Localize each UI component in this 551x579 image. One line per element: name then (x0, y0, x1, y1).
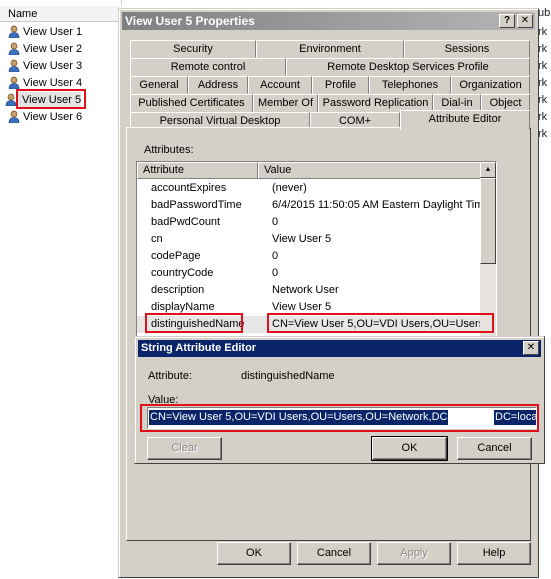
attribute-cell: countryCode (151, 267, 214, 279)
help-title-button[interactable]: ? (499, 14, 515, 28)
value-label: Value: (148, 394, 179, 406)
attribute-cell: badPasswordTime (151, 199, 242, 211)
truncated-cell: rk (538, 128, 548, 140)
list-item-user-5[interactable]: View User 5 (5, 92, 82, 108)
value-field[interactable]: CN=View User 5,OU=VDI Users,OU=Users,OU=… (147, 407, 537, 429)
tab-profile[interactable]: Profile (312, 76, 369, 94)
user-icon (8, 42, 20, 55)
user-list-pane: Name View User 1 View User 2 View User 3… (0, 0, 122, 579)
table-row-selected[interactable]: distinguishedName CN=View User 5,OU=VDI … (137, 316, 482, 333)
editor-titlebar[interactable]: String Attribute Editor ✕ (138, 340, 541, 357)
editor-close-button[interactable]: ✕ (523, 341, 539, 355)
dialog-titlebar[interactable]: View User 5 Properties ? ✕ (122, 12, 535, 30)
truncated-cell: ub (538, 7, 551, 19)
apply-button[interactable]: Apply (377, 542, 451, 565)
attributes-label: Attributes: (144, 144, 194, 156)
cancel-button[interactable]: Cancel (297, 542, 371, 565)
table-row[interactable]: description Network User (137, 282, 482, 299)
truncated-cell: rk (538, 111, 548, 123)
list-item-user-6[interactable]: View User 6 (8, 109, 82, 125)
dialog-title: View User 5 Properties (125, 14, 255, 28)
tab-sessions[interactable]: Sessions (404, 40, 530, 58)
value-cell: View User 5 (272, 301, 332, 313)
close-title-button[interactable]: ✕ (517, 14, 533, 28)
table-row[interactable]: badPwdCount 0 (137, 214, 482, 231)
truncated-cell: rk (538, 60, 548, 72)
scroll-thumb[interactable] (480, 178, 496, 264)
user-name: View User 5 (22, 94, 82, 106)
value-cell: CN=View User 5,OU=VDI Users,OU=Users,C (272, 318, 482, 330)
table-row[interactable]: codePage 0 (137, 248, 482, 265)
attribute-cell: displayName (151, 301, 215, 313)
tab-published-certificates[interactable]: Published Certificates (130, 94, 253, 112)
value-selected-text-end: DC=loca (494, 410, 537, 425)
attribute-label: Attribute: (148, 370, 193, 382)
attributes-list[interactable]: Attribute Value accountExpires (never) b… (136, 161, 497, 339)
name-column-header[interactable]: Name (0, 6, 122, 22)
ok-button[interactable]: OK (217, 542, 291, 565)
attribute-cell: codePage (151, 250, 201, 262)
table-row[interactable]: displayName View User 5 (137, 299, 482, 316)
user-icon (8, 110, 20, 123)
editor-ok-button[interactable]: OK (371, 436, 448, 461)
user-icon (8, 59, 20, 72)
user-name: View User 1 (23, 26, 83, 38)
tab-remote-control[interactable]: Remote control (130, 58, 286, 76)
value-cell: View User 5 (272, 233, 332, 245)
table-row[interactable]: cn View User 5 (137, 231, 482, 248)
string-attribute-editor: String Attribute Editor ✕ Attribute: dis… (134, 336, 545, 464)
truncated-cell: rk (538, 94, 548, 106)
tab-general[interactable]: General (130, 76, 188, 94)
tab-address[interactable]: Address (188, 76, 248, 94)
tab-rds-profile[interactable]: Remote Desktop Services Profile (286, 58, 530, 76)
column-header-attribute[interactable]: Attribute (137, 162, 258, 179)
list-item-user-3[interactable]: View User 3 (8, 58, 82, 74)
list-item-user-4[interactable]: View User 4 (8, 75, 82, 91)
tab-security[interactable]: Security (130, 40, 256, 58)
user-name: View User 6 (23, 111, 83, 123)
table-row[interactable]: accountExpires (never) (137, 180, 482, 197)
editor-cancel-button[interactable]: Cancel (457, 437, 532, 460)
right-background-pane: ub rk rk rk rk rk rk rk (537, 0, 551, 579)
tab-member-of[interactable]: Member Of (253, 94, 318, 112)
value-cell: 6/4/2015 11:50:05 AM Eastern Daylight Ti… (272, 199, 482, 211)
truncated-cell: rk (538, 77, 548, 89)
list-item-user-2[interactable]: View User 2 (8, 41, 82, 57)
editor-title: String Attribute Editor (141, 342, 257, 354)
value-selected-text: CN=View User 5,OU=VDI Users,OU=Users,OU=… (149, 410, 449, 425)
tab-organization[interactable]: Organization (451, 76, 530, 94)
user-name: View User 3 (23, 60, 83, 72)
user-name: View User 2 (23, 43, 83, 55)
value-cell: 0 (272, 216, 279, 228)
vertical-scrollbar[interactable]: ▲ (480, 162, 496, 338)
attribute-cell: description (151, 284, 205, 296)
attribute-cell: accountExpires (151, 182, 227, 194)
column-header-value[interactable]: Value (258, 162, 482, 179)
scroll-up-icon[interactable]: ▲ (480, 162, 496, 178)
help-button[interactable]: Help (457, 542, 531, 565)
truncated-cell: rk (538, 43, 548, 55)
truncated-cell: rk (538, 26, 548, 38)
value-cell: 0 (272, 267, 279, 279)
list-item-user-1[interactable]: View User 1 (8, 24, 82, 40)
tab-telephones[interactable]: Telephones (369, 76, 451, 94)
user-name: View User 4 (23, 77, 83, 89)
value-cell: Network User (272, 284, 339, 296)
attribute-cell: cn (151, 233, 163, 245)
user-icon (8, 76, 20, 89)
value-cell: (never) (272, 182, 307, 194)
user-icon (8, 25, 20, 38)
table-row[interactable]: countryCode 0 (137, 265, 482, 282)
attribute-name-value: distinguishedName (241, 370, 335, 382)
clear-button[interactable]: Clear (147, 437, 222, 460)
tab-attribute-editor[interactable]: Attribute Editor (400, 110, 530, 130)
tab-environment[interactable]: Environment (256, 40, 404, 58)
tab-account[interactable]: Account (248, 76, 312, 94)
table-row[interactable]: badPasswordTime 6/4/2015 11:50:05 AM Eas… (137, 197, 482, 214)
value-cell: 0 (272, 250, 279, 262)
attribute-cell: distinguishedName (151, 318, 245, 330)
attribute-cell: badPwdCount (151, 216, 221, 228)
user-icon (5, 93, 17, 106)
